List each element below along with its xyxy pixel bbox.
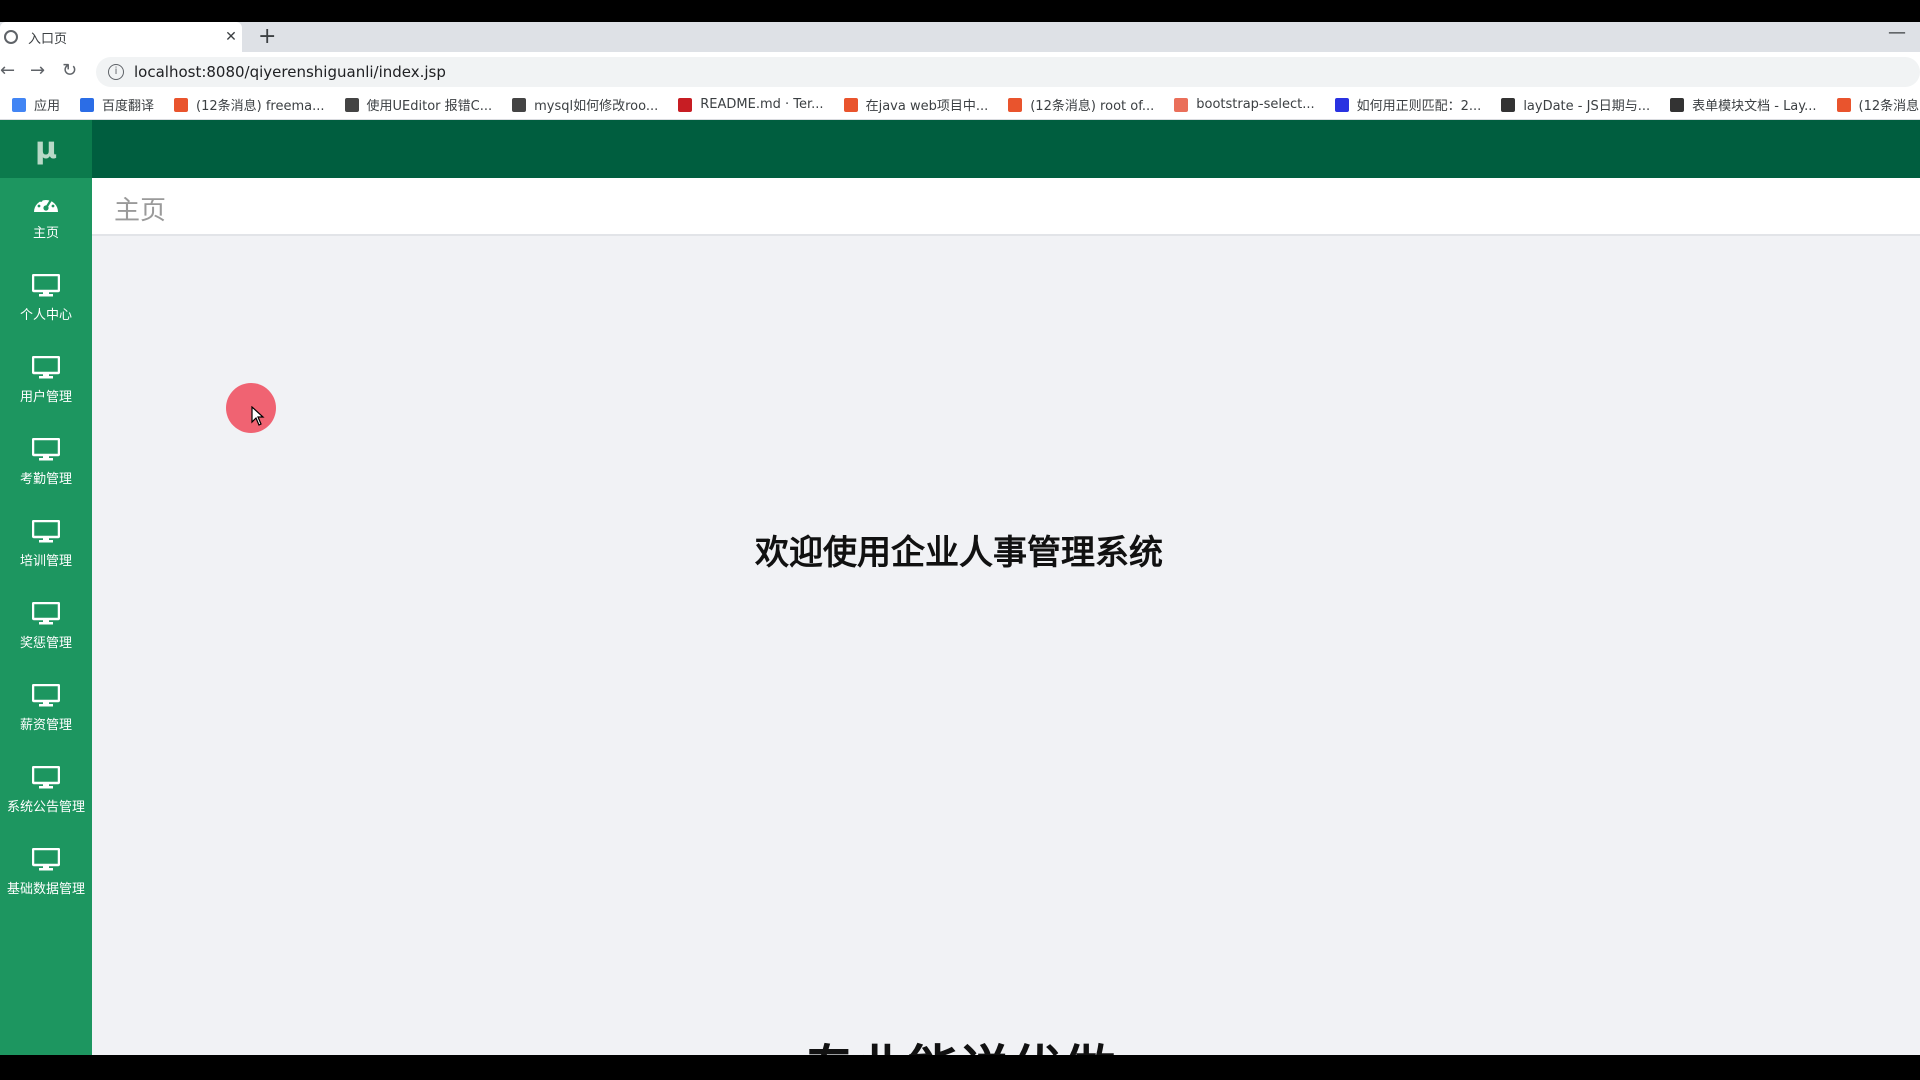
sidebar-item-0[interactable]: 主页 bbox=[0, 178, 92, 260]
sidebar-item-label: 系统公告管理 bbox=[6, 800, 85, 815]
dashboard-icon bbox=[0, 192, 92, 216]
bookmark-label: (12条消息) freema... bbox=[196, 99, 325, 114]
baidu-translate-icon bbox=[80, 97, 95, 112]
welcome-section: 欢迎使用企业人事管理系统 bbox=[92, 525, 1920, 574]
app-header bbox=[0, 120, 1920, 178]
tab-close-icon[interactable]: ✕ bbox=[220, 29, 242, 45]
bookmark-label: (12条消息) root of... bbox=[1030, 99, 1155, 114]
sidebar-item-label: 基础数据管理 bbox=[6, 882, 85, 897]
sidebar-item-1[interactable]: 个人中心 bbox=[0, 260, 92, 342]
bookmark-item[interactable]: bootstrap-select... bbox=[1174, 97, 1315, 112]
bookmark-item[interactable]: 如何用正则匹配：2... bbox=[1334, 95, 1482, 114]
bookmark-label: 使用UEditor 报错C... bbox=[366, 99, 493, 114]
back-icon[interactable]: ← bbox=[0, 52, 15, 90]
baidu-paw-icon bbox=[1334, 97, 1349, 112]
new-tab-button[interactable]: + bbox=[258, 22, 276, 52]
breadcrumb: 主页 bbox=[114, 196, 167, 226]
mouse-cursor-icon bbox=[251, 406, 265, 426]
app-logo: μ bbox=[0, 120, 92, 178]
bookmark-label: 应用 bbox=[34, 99, 61, 114]
monitor-icon bbox=[0, 848, 92, 872]
csdn-icon bbox=[1836, 97, 1851, 112]
browser-tab-strip: 入口页 ✕ + — bbox=[0, 22, 1920, 52]
layui-icon bbox=[1670, 97, 1685, 112]
bookmarks-bar: 应用 百度翻译 (12条消息) freema... 使用UEditor 报错C... m… bbox=[0, 90, 1920, 120]
bookmark-label: mysql如何修改roo... bbox=[534, 99, 659, 114]
tab-title: 入口页 bbox=[28, 31, 68, 47]
sidebar-item-5[interactable]: 奖惩管理 bbox=[0, 588, 92, 670]
welcome-subtitle: 专业能说优做 bbox=[0, 1028, 1918, 1055]
bookmark-label: bootstrap-select... bbox=[1196, 97, 1315, 112]
sidebar-item-7[interactable]: 系统公告管理 bbox=[0, 752, 92, 834]
bookmark-item[interactable]: 在java web项目中... bbox=[843, 95, 989, 114]
bookmark-item[interactable]: 使用UEditor 报错C... bbox=[344, 95, 493, 114]
bookmark-item[interactable]: (12条消息) freema... bbox=[174, 95, 325, 114]
sidebar: 主页 个人中心 用户管理 考勤管理 培训管理 奖惩管理 薪资管理 系统公告管理 基础数据管理 bbox=[0, 178, 92, 1055]
bookmark-item[interactable]: layDate - JS日期与... bbox=[1501, 95, 1650, 114]
apps-grid-icon bbox=[12, 97, 26, 112]
bookmark-item[interactable]: README.md · Ter... bbox=[678, 97, 824, 112]
welcome-title: 欢迎使用企业人事管理系统 bbox=[755, 533, 1163, 573]
info-icon[interactable]: i bbox=[108, 64, 124, 80]
monitor-icon bbox=[0, 274, 92, 298]
bookmark-label: (12条消息) 关于la bbox=[1858, 99, 1920, 114]
bookmark-label: 如何用正则匹配：2... bbox=[1356, 99, 1482, 114]
bookmark-label: README.md · Ter... bbox=[700, 97, 824, 112]
bookmark-label: layDate - JS日期与... bbox=[1523, 99, 1651, 114]
monitor-icon bbox=[0, 438, 92, 462]
sidebar-item-label: 用户管理 bbox=[19, 390, 72, 405]
jianshu-icon bbox=[1174, 97, 1189, 112]
monitor-icon bbox=[0, 356, 92, 380]
browser-toolbar: ← → ↻ i localhost:8080/qiyerenshiguanli/… bbox=[0, 52, 1920, 90]
reload-icon[interactable]: ↻ bbox=[62, 52, 77, 90]
sidebar-item-label: 主页 bbox=[32, 226, 59, 241]
bookmark-label: 百度翻译 bbox=[102, 99, 155, 114]
csdn-icon bbox=[1008, 97, 1023, 112]
bookmark-item[interactable]: (12条消息) root of... bbox=[1008, 95, 1154, 114]
address-bar[interactable]: i localhost:8080/qiyerenshiguanli/index.… bbox=[96, 57, 1920, 87]
sidebar-item-6[interactable]: 薪资管理 bbox=[0, 670, 92, 752]
sidebar-item-8[interactable]: 基础数据管理 bbox=[0, 834, 92, 916]
bookmark-label: 表单模块文档 - Lay... bbox=[1692, 99, 1817, 114]
sidebar-item-3[interactable]: 考勤管理 bbox=[0, 424, 92, 506]
forward-icon[interactable]: → bbox=[30, 52, 45, 90]
sidebar-item-label: 薪资管理 bbox=[19, 718, 72, 733]
bookmark-item[interactable]: 表单模块文档 - Lay... bbox=[1670, 95, 1817, 114]
csdn-icon bbox=[843, 97, 858, 112]
monitor-icon bbox=[0, 602, 92, 626]
bookmark-item[interactable]: (12条消息) 关于la bbox=[1836, 95, 1920, 114]
url-text: localhost:8080/qiyerenshiguanli/index.js… bbox=[134, 63, 446, 81]
app-frame: μ 主页 个人中心 用户管理 考勤管理 培训管理 奖惩管理 薪资管理 系统公告管理 基础数据管理… bbox=[0, 120, 1920, 1055]
sidebar-item-label: 奖惩管理 bbox=[19, 636, 72, 651]
bookmark-item[interactable]: 应用 bbox=[12, 95, 60, 114]
layui-icon bbox=[1501, 97, 1516, 112]
sidebar-item-2[interactable]: 用户管理 bbox=[0, 342, 92, 424]
bird-icon bbox=[512, 97, 527, 112]
welcome-subtitle-section: 专业能说优做 bbox=[92, 1028, 1920, 1055]
screen: 入口页 ✕ + — ← → ↻ i localhost:8080/qiyeren… bbox=[0, 0, 1920, 1080]
minimize-button[interactable]: — bbox=[1888, 22, 1906, 52]
bookmark-label: 在java web项目中... bbox=[865, 99, 989, 114]
monitor-icon bbox=[0, 684, 92, 708]
breadcrumb-bar: 主页 bbox=[92, 178, 1920, 236]
bookmark-item[interactable]: 百度翻译 bbox=[80, 95, 154, 114]
bookmark-item[interactable]: mysql如何修改roo... bbox=[512, 95, 658, 114]
globe-icon bbox=[4, 30, 18, 44]
sidebar-item-label: 考勤管理 bbox=[19, 472, 72, 487]
csdn-icon bbox=[174, 97, 189, 112]
sidebar-item-label: 个人中心 bbox=[19, 308, 72, 323]
monitor-icon bbox=[0, 766, 92, 790]
browser-tab[interactable]: 入口页 ✕ bbox=[0, 22, 242, 52]
gitee-icon bbox=[678, 97, 693, 112]
bird-icon bbox=[344, 97, 359, 112]
